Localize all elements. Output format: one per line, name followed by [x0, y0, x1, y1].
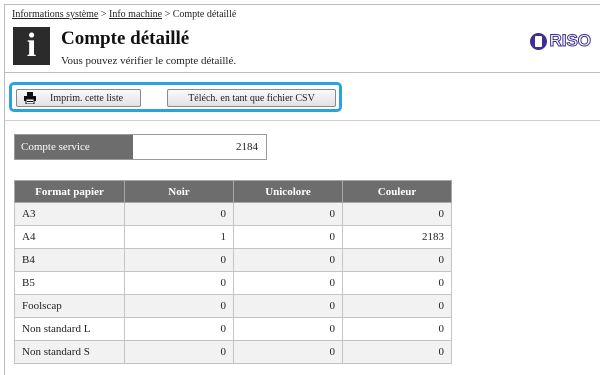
cell-unicolor: 0: [233, 317, 343, 341]
service-count-row: Compte service 2184: [14, 134, 267, 160]
cell-black: 1: [124, 225, 234, 249]
cell-unicolor: 0: [233, 271, 343, 295]
table-row: A3 0 0 0: [14, 202, 452, 226]
breadcrumb-current: Compte détaillé: [172, 9, 237, 20]
cell-black: 0: [124, 340, 234, 364]
cell-black: 0: [124, 248, 234, 272]
cell-color: 0: [342, 294, 452, 318]
riso-logo: RISO: [530, 31, 591, 51]
cell-black: 0: [124, 271, 234, 295]
riso-mark-icon: [530, 32, 548, 50]
cell-black: 0: [124, 317, 234, 341]
download-csv-button[interactable]: Téléch. en tant que fichier CSV: [167, 89, 336, 107]
column-header-unicolor: Unicolore: [233, 180, 343, 203]
cell-unicolor: 0: [233, 202, 343, 226]
print-list-button[interactable]: Imprim. cette liste: [16, 89, 141, 107]
column-header-black: Noir: [124, 180, 234, 203]
cell-black: 0: [124, 202, 234, 226]
printer-icon: [24, 92, 36, 104]
table-row: B5 0 0 0: [14, 271, 452, 295]
header-divider: [5, 72, 600, 73]
breadcrumb-link-machine-info[interactable]: Info machine: [109, 9, 162, 20]
table-row: Non standard L 0 0 0: [14, 317, 452, 341]
action-button-group: Imprim. cette liste Téléch. en tant que …: [9, 82, 342, 112]
breadcrumb: Informations système > Info machine > Co…: [12, 9, 236, 20]
paper-count-table: Format papier Noir Unicolore Couleur A3 …: [14, 180, 452, 364]
column-header-paper-format: Format papier: [14, 180, 125, 203]
cell-unicolor: 0: [233, 248, 343, 272]
table-header-row: Format papier Noir Unicolore Couleur: [14, 180, 452, 203]
table-row: B4 0 0 0: [14, 248, 452, 272]
table-row: Foolscap 0 0 0: [14, 294, 452, 318]
cell-paper-format: Non standard L: [14, 317, 125, 341]
table-row: A4 1 0 2183: [14, 225, 452, 249]
cell-unicolor: 0: [233, 294, 343, 318]
cell-paper-format: B4: [14, 248, 125, 272]
cell-color: 0: [342, 271, 452, 295]
print-list-label: Imprim. cette liste: [50, 92, 124, 104]
cell-paper-format: Non standard S: [14, 340, 125, 364]
cell-color: 2183: [342, 225, 452, 249]
riso-logo-text: RISO: [549, 31, 592, 51]
service-count-label: Compte service: [15, 135, 133, 159]
cell-color: 0: [342, 248, 452, 272]
page-subtitle: Vous pouvez vérifier le compte détaillé.: [61, 55, 237, 67]
cell-color: 0: [342, 340, 452, 364]
info-icon: i: [13, 27, 50, 65]
cell-color: 0: [342, 202, 452, 226]
cell-paper-format: A3: [14, 202, 125, 226]
cell-paper-format: A4: [14, 225, 125, 249]
breadcrumb-separator: >: [98, 9, 110, 20]
column-header-color: Couleur: [342, 180, 452, 203]
cell-color: 0: [342, 317, 452, 341]
section-divider: [5, 120, 600, 121]
cell-unicolor: 0: [233, 340, 343, 364]
info-glyph: i: [26, 27, 37, 64]
service-count-value: 2184: [133, 135, 266, 159]
page-title: Compte détaillé: [61, 28, 190, 49]
breadcrumb-link-system-info[interactable]: Informations système: [12, 9, 98, 20]
cell-paper-format: B5: [14, 271, 125, 295]
breadcrumb-separator: >: [162, 9, 173, 20]
cell-black: 0: [124, 294, 234, 318]
table-row: Non standard S 0 0 0: [14, 340, 452, 364]
cell-paper-format: Foolscap: [14, 294, 125, 318]
cell-unicolor: 0: [233, 225, 343, 249]
